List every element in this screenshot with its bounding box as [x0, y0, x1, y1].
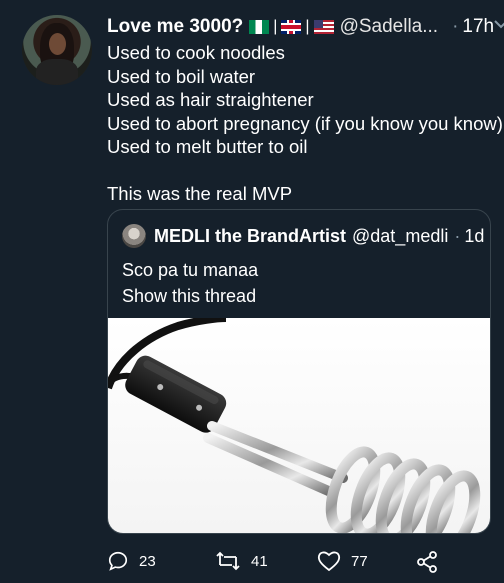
reply-count: 23 — [139, 552, 156, 570]
reply-icon — [107, 550, 129, 572]
user-handle[interactable]: @Sadella... — [340, 16, 439, 38]
show-thread-link[interactable]: Show this thread — [122, 286, 256, 307]
heart-icon — [317, 550, 341, 572]
separator-dot: · — [454, 225, 461, 246]
quoted-display-name[interactable]: MEDLI the BrandArtist — [154, 226, 346, 247]
avatar-face — [49, 33, 66, 55]
flag-emojis: | | — [249, 18, 334, 36]
tweet-text: Used to cook noodles Used to boil water … — [107, 41, 503, 206]
chevron-down-icon[interactable] — [494, 19, 504, 31]
quoted-tweet[interactable]: MEDLI the BrandArtist @dat_medli · 1d Sc… — [107, 209, 491, 534]
like-count: 77 — [351, 552, 368, 570]
tweet-line: Used to cook noodles — [107, 42, 285, 63]
tweet-line: Used to boil water — [107, 65, 256, 87]
quoted-timestamp[interactable]: 1d — [464, 226, 484, 247]
avatar[interactable] — [22, 15, 92, 85]
tweet-line: Used to melt butter to oil — [107, 136, 308, 157]
nigeria-flag-icon — [249, 20, 270, 34]
quoted-text: Sco pa tu manaa — [122, 260, 259, 280]
quoted-user-handle[interactable]: @dat_medli — [352, 226, 448, 247]
flag-separator: | — [305, 18, 310, 35]
tweet-header: Love me 3000? | | @Sadella... · 17h — [107, 14, 504, 40]
us-flag-icon — [313, 20, 334, 34]
retweet-count: 41 — [251, 552, 268, 570]
retweet-button[interactable]: 41 — [215, 550, 268, 572]
tweet-line: Used as hair straightener — [107, 89, 314, 110]
share-button[interactable] — [415, 550, 439, 574]
quoted-image[interactable] — [108, 314, 490, 533]
quoted-avatar[interactable] — [122, 224, 146, 248]
flag-separator: | — [273, 18, 278, 35]
tweet-line: Used to abort pregnancy (if you know you… — [107, 112, 503, 134]
uk-flag-icon — [281, 20, 302, 34]
like-button[interactable]: 77 — [317, 550, 368, 572]
avatar-body — [36, 59, 78, 85]
immersion-heater-coil-photo — [108, 314, 481, 533]
tweet-line: This was the real MVP — [107, 183, 293, 204]
display-name[interactable]: Love me 3000? — [107, 16, 243, 38]
tweet-actions: 23 41 77 — [107, 548, 447, 578]
retweet-icon — [215, 550, 241, 572]
reply-button[interactable]: 23 — [107, 550, 156, 572]
quoted-tweet-header: MEDLI the BrandArtist @dat_medli · 1d — [122, 224, 484, 248]
separator-dot: · — [452, 16, 459, 37]
tweet-timestamp[interactable]: 17h — [462, 16, 494, 38]
share-icon — [415, 550, 439, 574]
